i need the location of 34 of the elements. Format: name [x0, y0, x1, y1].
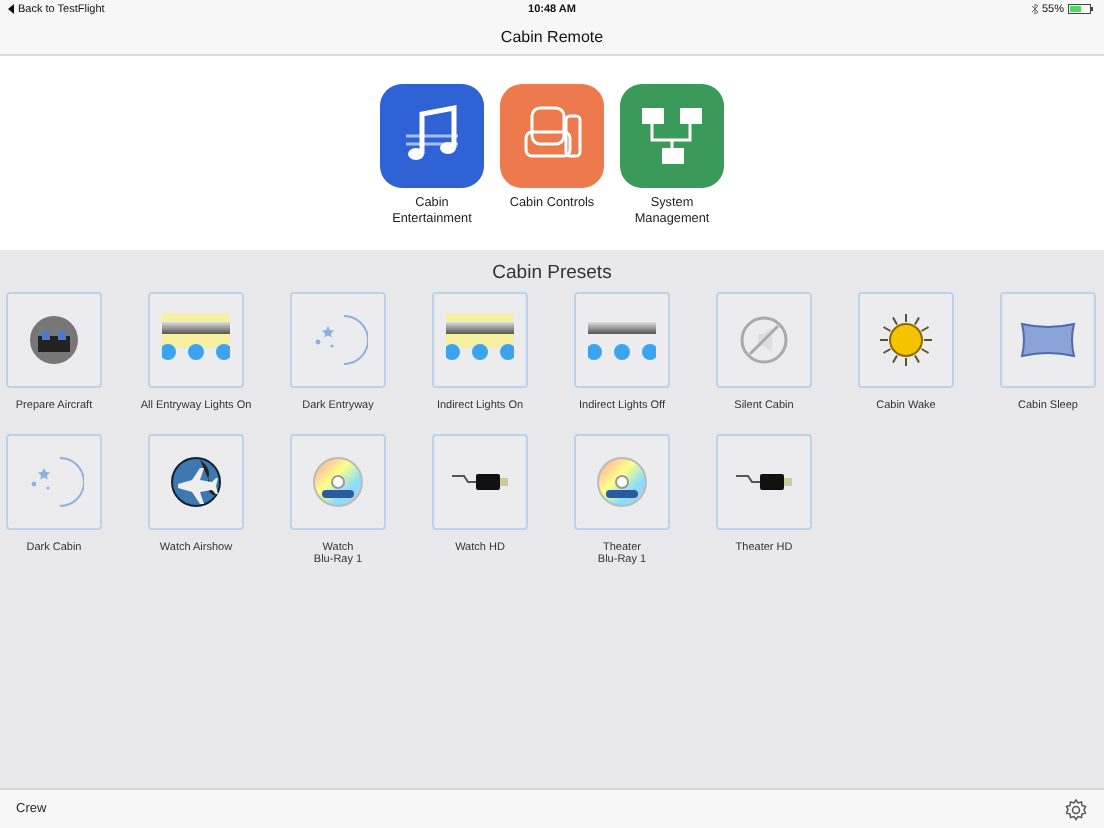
preset-tile[interactable] — [290, 434, 386, 530]
preset-tile[interactable] — [1000, 292, 1096, 388]
app-tile[interactable] — [380, 84, 484, 188]
nav-title: Cabin Remote — [500, 27, 604, 45]
preset-tile[interactable] — [432, 434, 528, 530]
disc-icon — [310, 453, 366, 510]
cockpit-icon — [26, 312, 82, 368]
bluetooth-icon — [1031, 4, 1038, 14]
preset-tile[interactable] — [6, 292, 102, 388]
preset-tile[interactable] — [148, 292, 244, 388]
preset-tile[interactable] — [858, 292, 954, 388]
preset-tile[interactable] — [716, 292, 812, 388]
app-tile[interactable] — [620, 84, 724, 188]
preset-tile[interactable] — [148, 434, 244, 530]
sun-icon — [878, 312, 934, 368]
app-tile[interactable] — [500, 84, 604, 188]
ceiling-lights-icon — [446, 314, 514, 366]
preset-tile[interactable] — [432, 292, 528, 388]
section-title: Cabin Presets — [492, 262, 612, 284]
ceiling-lights-icon — [162, 314, 230, 366]
globe-airplane-icon — [168, 454, 224, 510]
pillow-icon — [1018, 318, 1078, 362]
hdmi-cable-icon — [450, 468, 510, 496]
hdmi-cable-icon — [734, 468, 794, 496]
settings-icon[interactable] — [1064, 797, 1088, 821]
preset-tile[interactable] — [6, 434, 102, 530]
disc-icon — [594, 453, 650, 510]
back-icon — [8, 4, 14, 14]
preset-tile[interactable] — [290, 292, 386, 388]
preset-tile[interactable] — [574, 434, 670, 530]
preset-tile[interactable] — [716, 434, 812, 530]
battery-icon — [1068, 4, 1096, 14]
mute-speaker-icon — [736, 312, 792, 368]
preset-tile[interactable] — [574, 292, 670, 388]
